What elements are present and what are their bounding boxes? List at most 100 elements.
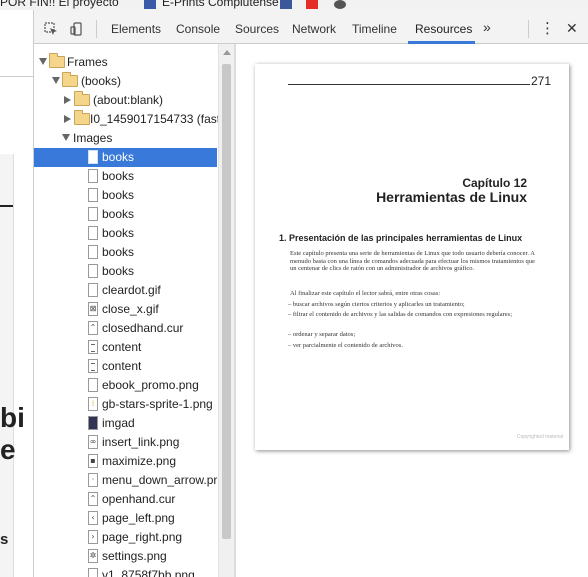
inspect-element-icon[interactable] bbox=[44, 22, 58, 36]
tree-item-label: cleardot.gif bbox=[102, 283, 161, 297]
tree-image-item[interactable]: books bbox=[34, 186, 217, 205]
tab-sources[interactable]: Sources bbox=[235, 22, 279, 36]
bullet-item: – ordenar y separar datos; bbox=[288, 331, 356, 338]
tree-about-blank-row[interactable]: (about:blank) bbox=[34, 91, 217, 110]
link-icon: ∞ bbox=[88, 435, 98, 449]
page-text-fragment: s bbox=[0, 531, 9, 548]
scrollbar-thumb[interactable] bbox=[222, 64, 231, 539]
tree-item-label: v1_8758f7bb.png bbox=[102, 568, 195, 577]
page-number: 271 bbox=[531, 74, 552, 88]
tab-console[interactable]: Console bbox=[176, 22, 220, 36]
chapter-label: Capítulo 12 bbox=[462, 176, 527, 190]
tree-image-item[interactable]: cleardot.gif bbox=[34, 281, 217, 300]
resources-tree: Frames (books) (about:blank) I0_14590171… bbox=[34, 44, 234, 577]
dot-icon: · bbox=[88, 473, 98, 487]
tree-image-item[interactable]: ∞ insert_link.png bbox=[34, 433, 217, 452]
maximize-icon: ▪ bbox=[88, 454, 98, 468]
chevron-down-icon[interactable] bbox=[62, 134, 70, 141]
tree-item-label: books bbox=[102, 169, 135, 183]
tree-frames-row[interactable]: Frames bbox=[34, 53, 217, 72]
folder-icon bbox=[74, 91, 90, 106]
tree-image-item[interactable]: ebook_promo.png bbox=[34, 376, 217, 395]
tree-item-label: close_x.gif bbox=[102, 302, 159, 316]
tree-item-label: content bbox=[102, 340, 142, 354]
scroll-up-arrow-icon[interactable] bbox=[223, 50, 231, 55]
tree-image-item[interactable]: · menu_down_arrow.pr bbox=[34, 471, 217, 490]
tree-item-label: settings.png bbox=[102, 549, 167, 563]
chevron-right-icon[interactable] bbox=[64, 96, 71, 104]
folder-icon bbox=[74, 110, 90, 125]
tree-image-item[interactable]: imgad bbox=[34, 414, 217, 433]
chevron-right-icon[interactable] bbox=[64, 115, 71, 123]
file-icon bbox=[88, 264, 98, 278]
tab-timeline[interactable]: Timeline bbox=[352, 22, 397, 36]
tree-image-item[interactable]: books bbox=[34, 205, 217, 224]
tab-elements[interactable]: Elements bbox=[111, 22, 161, 36]
tree-image-item[interactable]: books bbox=[34, 224, 217, 243]
tree-image-item[interactable]: books bbox=[34, 148, 217, 167]
bookmarks-bar: POR FIN!! El proyecto E-Prints Compluten… bbox=[0, 0, 588, 10]
device-mode-icon[interactable] bbox=[70, 22, 84, 36]
menu-kebab-icon[interactable]: ⋮ bbox=[540, 19, 555, 37]
tree-image-item[interactable]: v1_8758f7bb.png bbox=[34, 566, 217, 577]
page-header-rule bbox=[288, 84, 530, 85]
tree-image-item[interactable]: books bbox=[34, 243, 217, 262]
chevron-right-icon: › bbox=[88, 530, 98, 544]
tree-image-item[interactable]: › page_right.png bbox=[34, 528, 217, 547]
divider bbox=[0, 76, 33, 77]
divider bbox=[0, 205, 13, 207]
tree-item-label: menu_down_arrow.pr bbox=[102, 473, 218, 487]
devtools-toolbar: Elements Console Sources Network Timelin… bbox=[34, 10, 588, 44]
bookmark-extra-icon[interactable] bbox=[334, 0, 346, 9]
tree-image-item[interactable]: books bbox=[34, 262, 217, 281]
page-heading-fragment: bi bbox=[0, 402, 25, 433]
tree-image-item[interactable]: ⌃ openhand.cur bbox=[34, 490, 217, 509]
folder-icon bbox=[49, 53, 65, 68]
bookmark-item-2[interactable]: E-Prints Complutense bbox=[162, 0, 279, 9]
tree-item-label: content bbox=[102, 359, 142, 373]
tree-item-label: maximize.png bbox=[102, 454, 177, 468]
tree-item-label: Images bbox=[73, 131, 113, 145]
tab-network[interactable]: Network bbox=[292, 22, 336, 36]
tree-images-row[interactable]: Images bbox=[34, 129, 217, 148]
tree-image-item[interactable]: ‹ page_left.png bbox=[34, 509, 217, 528]
devtools-panel: Elements Console Sources Network Timelin… bbox=[33, 10, 588, 577]
text-file-icon bbox=[88, 340, 98, 354]
tree-image-item[interactable]: content bbox=[34, 357, 217, 376]
more-tabs-button[interactable]: » bbox=[483, 19, 491, 35]
gear-icon: ✲ bbox=[88, 549, 98, 563]
chapter-title: Herramientas de Linux bbox=[376, 189, 527, 205]
tree-image-item[interactable]: ▪ maximize.png bbox=[34, 452, 217, 471]
close-x-icon: ⊠ bbox=[88, 302, 98, 316]
tree-books-folder-row[interactable]: (books) bbox=[34, 72, 217, 91]
facebook-icon[interactable] bbox=[280, 0, 292, 9]
dark-image-icon bbox=[88, 416, 98, 430]
tree-image-item[interactable]: ✲ settings.png bbox=[34, 547, 217, 566]
chevron-down-icon[interactable] bbox=[52, 77, 60, 84]
youtube-icon[interactable] bbox=[306, 0, 318, 9]
tab-resources[interactable]: Resources bbox=[415, 22, 472, 36]
tree-image-item[interactable]: ⊠ close_x.gif bbox=[34, 300, 217, 319]
copyright-watermark: Copyrighted material bbox=[516, 434, 563, 440]
close-devtools-button[interactable]: ✕ bbox=[566, 20, 578, 37]
file-icon bbox=[88, 226, 98, 240]
tree-image-item[interactable]: books bbox=[34, 167, 217, 186]
file-icon bbox=[88, 568, 98, 577]
tree-item-label: books bbox=[102, 226, 135, 240]
tree-item-label: insert_link.png bbox=[102, 435, 180, 449]
chevron-left-icon: ‹ bbox=[88, 511, 98, 525]
tree-item-label: imgad bbox=[102, 416, 135, 430]
bullet-item: – filtrar el contenido de archivos y las… bbox=[288, 311, 512, 318]
bookmark-item-1[interactable]: POR FIN!! El proyecto bbox=[0, 0, 119, 9]
body-paragraph: Al finalizar este capítulo el lector sab… bbox=[290, 290, 441, 297]
chevron-down-icon[interactable] bbox=[39, 58, 47, 65]
tree-scrollbar[interactable] bbox=[218, 44, 234, 577]
bullet-item: – ver parcialmente el contenido de archi… bbox=[288, 342, 403, 349]
page-content-left: bi e s bbox=[0, 10, 33, 577]
tree-item-label: closedhand.cur bbox=[102, 321, 184, 335]
tree-item-label: ebook_promo.png bbox=[102, 378, 199, 392]
tree-image-item[interactable]: ⁞ gb-stars-sprite-1.png bbox=[34, 395, 217, 414]
tree-image-item[interactable]: content bbox=[34, 338, 217, 357]
tree-i0-frame-row[interactable]: I0_1459017154733 (fastbu bbox=[34, 110, 233, 129]
tree-image-item[interactable]: ⌃ closedhand.cur bbox=[34, 319, 217, 338]
